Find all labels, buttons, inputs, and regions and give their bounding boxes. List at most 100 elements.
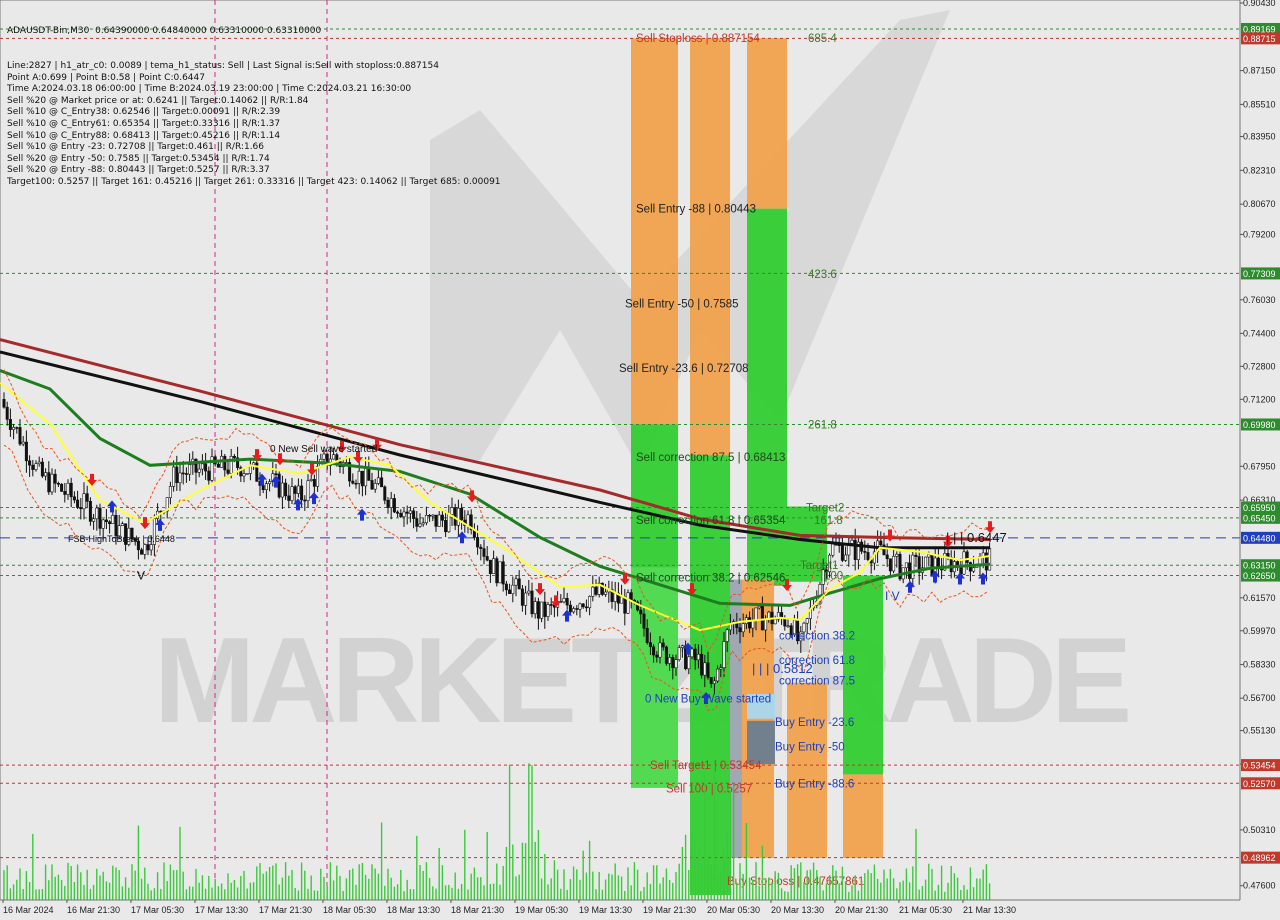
- info-line: Line:2827 | h1_atr_c0: 0.0089 | tema_h1_…: [7, 60, 439, 71]
- candle-body: [700, 653, 704, 676]
- candle-body: [344, 462, 348, 464]
- price-tick-label: 0.58330: [1243, 660, 1276, 670]
- candle-body: [245, 473, 249, 475]
- candle-body: [303, 499, 307, 502]
- candle-body: [687, 656, 691, 670]
- price-tick-label: 0.59970: [1243, 626, 1276, 636]
- candle-body: [242, 473, 246, 477]
- time-tick-label: 17 Mar 21:30: [259, 905, 312, 915]
- candle-body: [588, 596, 592, 609]
- candle-body: [184, 473, 188, 475]
- chart-label: Sell correction 87.5 | 0.68413: [636, 452, 785, 464]
- candle-body: [178, 472, 182, 483]
- candle-body: [284, 482, 288, 497]
- candle-body: [360, 470, 364, 487]
- chart-label: 261.8: [808, 419, 837, 431]
- candle-body: [280, 482, 284, 498]
- chart-window[interactable]: MARKETZITRADESell Stoploss | 0.887154685…: [0, 0, 1280, 920]
- candle-body: [44, 472, 48, 477]
- candle-body: [863, 551, 867, 553]
- candle-body: [703, 662, 707, 676]
- candle-body: [146, 544, 150, 551]
- candle-body: [92, 518, 96, 522]
- candle-body: [85, 493, 89, 502]
- candle-body: [424, 514, 428, 523]
- info-line: Sell %20 @ Market price or at: 0.6241 ||…: [7, 95, 309, 106]
- info-line: Target100: 0.5257 || Target 161: 0.45216…: [7, 176, 501, 187]
- candle-body: [693, 648, 697, 661]
- candle-body: [604, 591, 608, 595]
- candle-body: [924, 556, 928, 569]
- candle-body: [754, 607, 758, 621]
- candle-body: [200, 463, 204, 470]
- chart-label: 0 New Buy Wave started: [645, 694, 771, 706]
- candle-body: [412, 510, 416, 519]
- candle-body: [31, 464, 35, 470]
- candle-body: [402, 511, 406, 518]
- candle-body: [930, 554, 934, 576]
- chart-label: 161.8: [814, 515, 843, 527]
- price-badge-label: 0.77309: [1243, 269, 1276, 279]
- candle-body: [831, 543, 835, 556]
- candle-body: [482, 548, 486, 557]
- candle-body: [188, 464, 192, 475]
- candle-body: [572, 608, 576, 613]
- candle-body: [418, 523, 422, 527]
- candle-body: [927, 554, 931, 558]
- price-axis: 0.90430 0.87150 0.85510 0.83950 0.82310 0.806…: [1239, 0, 1280, 900]
- candle-body: [549, 604, 553, 606]
- candle-body: [300, 485, 304, 501]
- info-line: Sell %10 @ C_Entry88: 0.68413 || Target:…: [7, 130, 281, 141]
- candle-body: [709, 677, 713, 684]
- chart-label: Buy Entry -88.6: [775, 779, 854, 791]
- price-tick-label: 0.79200: [1243, 229, 1276, 239]
- candle-body: [908, 562, 912, 579]
- candle-body: [408, 510, 412, 514]
- time-axis-strip: [0, 900, 1280, 920]
- candle-body: [8, 419, 12, 430]
- price-tick-label: 0.85510: [1243, 99, 1276, 109]
- candle-body: [575, 608, 579, 610]
- candle-body: [322, 453, 326, 460]
- candle-body: [757, 605, 761, 609]
- candle-body: [376, 477, 380, 484]
- candle-body: [565, 598, 569, 606]
- candle-body: [645, 627, 649, 643]
- candle-body: [98, 507, 102, 529]
- candle-body: [405, 511, 409, 514]
- chart-label: Buy Stoploss | 0.47657861: [727, 876, 864, 888]
- candle-body: [357, 470, 361, 484]
- time-tick-label: 19 Mar 13:30: [579, 905, 632, 915]
- candle-body: [24, 441, 28, 462]
- chart-label: Sell correction 38.2 | 0.62546: [636, 573, 785, 585]
- candle-body: [677, 647, 681, 660]
- candle-body: [168, 486, 172, 498]
- candle-body: [504, 583, 508, 591]
- chart-label: 423.6: [808, 269, 837, 281]
- candle-body: [620, 596, 624, 604]
- candle-body: [149, 544, 153, 551]
- candle-body: [738, 627, 742, 633]
- candle-body: [949, 557, 953, 573]
- candle-body: [373, 483, 377, 490]
- time-tick-label: 20 Mar 21:30: [835, 905, 888, 915]
- candle-body: [140, 549, 144, 555]
- chart-label: Buy Entry -23.6: [775, 717, 854, 729]
- candle-body: [536, 601, 540, 619]
- symbol-line: ADAUSDT-Bin,M30 0.64390000 0.64840000 0.…: [7, 26, 322, 37]
- candle-body: [591, 586, 595, 597]
- candle-body: [264, 483, 268, 490]
- price-badge-label: 0.88715: [1243, 34, 1276, 44]
- candle-body: [72, 496, 76, 501]
- candle-body: [274, 473, 278, 476]
- candle-body: [60, 483, 64, 492]
- candle-body: [389, 498, 393, 508]
- candle-body: [111, 515, 115, 524]
- candle-body: [306, 480, 310, 501]
- candle-body: [332, 454, 336, 460]
- candle-body: [508, 589, 512, 594]
- time-tick-label: 18 Mar 05:30: [323, 905, 376, 915]
- candle-body: [517, 578, 521, 590]
- candle-body: [296, 485, 300, 494]
- chart-label: correction 87.5: [779, 676, 855, 688]
